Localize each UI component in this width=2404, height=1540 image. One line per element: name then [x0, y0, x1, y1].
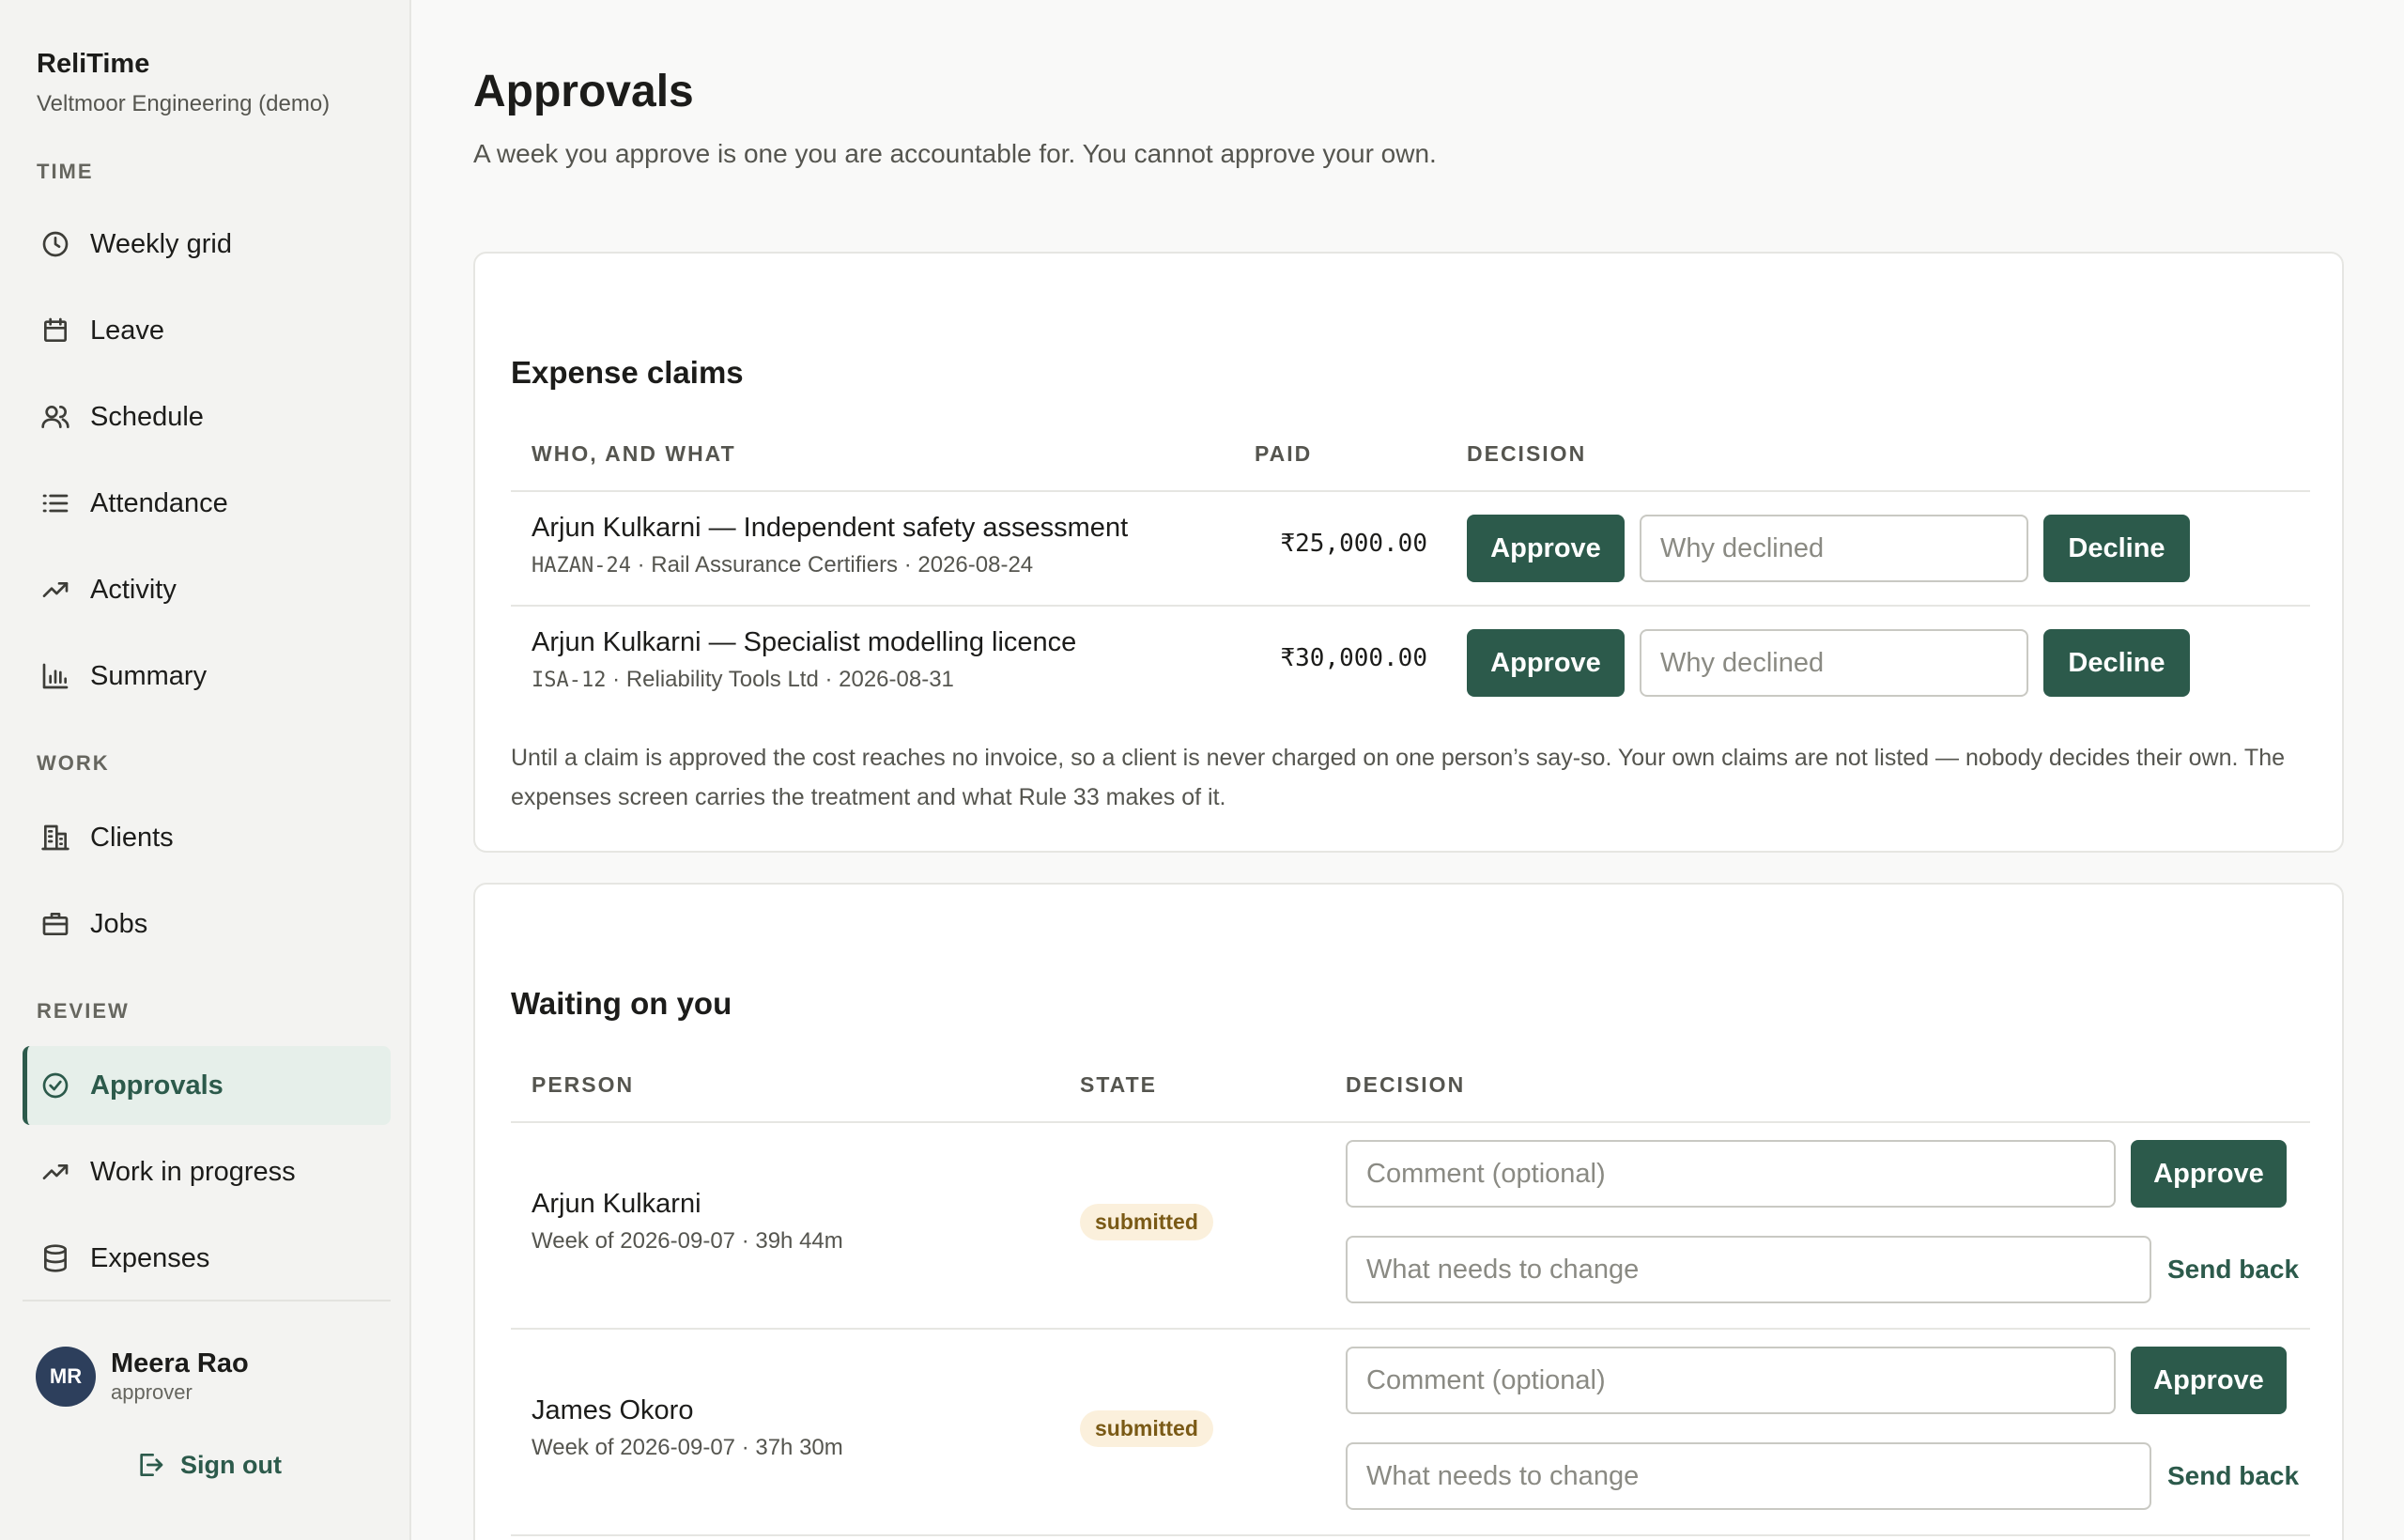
- row-divider: [511, 1534, 2310, 1536]
- user-role: approver: [111, 1380, 193, 1404]
- change-request-input[interactable]: [1346, 1442, 2151, 1510]
- column-header-paid: PAID: [1255, 441, 1313, 466]
- calendar-icon: [39, 315, 71, 346]
- section-label-work: WORK: [37, 751, 110, 775]
- row-divider: [511, 1328, 2310, 1330]
- status-badge: submitted: [1080, 1410, 1213, 1447]
- sidebar-item-jobs[interactable]: Jobs: [23, 885, 391, 963]
- send-back-button[interactable]: Send back: [2167, 1255, 2299, 1285]
- week-meta: Week of 2026-09-07 · 37h 30m: [532, 1435, 843, 1460]
- claim-amount: ₹30,000.00: [1280, 644, 1427, 672]
- sidebar-item-approvals[interactable]: Approvals: [23, 1046, 391, 1125]
- waiting-title: Waiting on you: [511, 986, 732, 1021]
- sidebar-item-label: Leave: [90, 315, 165, 346]
- claim-title: Arjun Kulkarni — Independent safety asse…: [532, 513, 1129, 543]
- claim-code: ISA-12: [532, 669, 607, 692]
- list-icon: [39, 487, 71, 519]
- page-title: Approvals: [473, 67, 694, 116]
- column-header-state: STATE: [1080, 1072, 1157, 1097]
- sidebar-item-work-in-progress[interactable]: Work in progress: [23, 1132, 391, 1211]
- trending-up-icon: [39, 574, 71, 606]
- trending-up-icon: [39, 1156, 71, 1188]
- claim-meta: ISA-12 · Reliability Tools Ltd · 2026-08…: [532, 667, 954, 693]
- sidebar-item-label: Schedule: [90, 401, 204, 432]
- section-label-time: TIME: [37, 160, 94, 183]
- sign-out-button[interactable]: Sign out: [135, 1450, 282, 1480]
- sidebar-item-label: Clients: [90, 822, 174, 853]
- column-header-person: PERSON: [532, 1072, 635, 1097]
- sidebar-item-label: Summary: [90, 660, 208, 691]
- app-name: ReliTime: [37, 49, 150, 79]
- approve-button[interactable]: Approve: [2131, 1140, 2287, 1208]
- sidebar-item-leave[interactable]: Leave: [23, 291, 391, 370]
- page-subtitle: A week you approve is one you are accoun…: [473, 139, 1437, 168]
- column-header-who: WHO, AND WHAT: [532, 441, 736, 466]
- sidebar-item-label: Weekly grid: [90, 228, 232, 259]
- expense-note: Until a claim is approved the cost reach…: [511, 745, 2286, 810]
- status-badge: submitted: [1080, 1204, 1213, 1240]
- sidebar-item-attendance[interactable]: Attendance: [23, 464, 391, 543]
- sidebar-item-expenses[interactable]: Expenses: [23, 1219, 391, 1298]
- expense-claims-card: Expense claims WHO, AND WHAT PAID DECISI…: [473, 252, 2344, 853]
- person-name: James Okoro: [532, 1395, 694, 1425]
- claim-details: · Reliability Tools Ltd · 2026-08-31: [606, 667, 954, 692]
- sidebar-item-label: Approvals: [90, 1070, 223, 1101]
- column-header-decision: DECISION: [1467, 441, 1587, 466]
- sidebar-item-label: Work in progress: [90, 1156, 296, 1187]
- approve-button[interactable]: Approve: [2131, 1347, 2287, 1414]
- waiting-card: Waiting on you PERSON STATE DECISION Arj…: [473, 883, 2344, 1540]
- column-header-decision: DECISION: [1346, 1072, 1466, 1097]
- sidebar-divider: [23, 1300, 391, 1301]
- claim-title: Arjun Kulkarni — Specialist modelling li…: [532, 627, 1077, 657]
- row-divider: [511, 605, 2310, 607]
- avatar: MR: [36, 1347, 96, 1407]
- sidebar-item-clients[interactable]: Clients: [23, 798, 391, 877]
- comment-input[interactable]: [1346, 1140, 2116, 1208]
- decline-reason-input[interactable]: [1640, 515, 2028, 582]
- claim-code: HAZAN-24: [532, 554, 631, 578]
- sidebar: ReliTime Veltmoor Engineering (demo) TIM…: [0, 0, 411, 1540]
- users-icon: [39, 401, 71, 433]
- sidebar-item-label: Attendance: [90, 487, 228, 518]
- person-name: Arjun Kulkarni: [532, 1189, 701, 1219]
- claim-meta: HAZAN-24 · Rail Assurance Certifiers · 2…: [532, 552, 1033, 578]
- approve-button[interactable]: Approve: [1467, 515, 1625, 582]
- building-icon: [39, 822, 71, 854]
- sidebar-item-weekly-grid[interactable]: Weekly grid: [23, 205, 391, 284]
- clock-icon: [39, 228, 71, 260]
- decline-reason-input[interactable]: [1640, 629, 2028, 697]
- bar-chart-icon: [39, 660, 71, 692]
- section-label-review: REVIEW: [37, 999, 130, 1023]
- sidebar-item-label: Jobs: [90, 908, 148, 939]
- sidebar-item-label: Activity: [90, 574, 177, 605]
- expense-claims-title: Expense claims: [511, 355, 744, 390]
- sign-out-label: Sign out: [180, 1450, 282, 1479]
- sign-out-icon: [140, 1454, 163, 1476]
- sidebar-item-schedule[interactable]: Schedule: [23, 377, 391, 456]
- claim-amount: ₹25,000.00: [1280, 530, 1427, 558]
- decline-button[interactable]: Decline: [2043, 515, 2190, 582]
- approve-button[interactable]: Approve: [1467, 629, 1625, 697]
- week-meta: Week of 2026-09-07 · 39h 44m: [532, 1228, 843, 1254]
- change-request-input[interactable]: [1346, 1236, 2151, 1303]
- user-name: Meera Rao: [111, 1348, 249, 1378]
- briefcase-icon: [39, 908, 71, 940]
- claim-details: · Rail Assurance Certifiers · 2026-08-24: [630, 552, 1034, 578]
- table-divider: [511, 1121, 2310, 1123]
- send-back-button[interactable]: Send back: [2167, 1461, 2299, 1491]
- check-circle-icon: [39, 1070, 71, 1101]
- decline-button[interactable]: Decline: [2043, 629, 2190, 697]
- sidebar-item-activity[interactable]: Activity: [23, 550, 391, 629]
- sidebar-item-summary[interactable]: Summary: [23, 637, 391, 716]
- org-name: Veltmoor Engineering (demo): [37, 91, 331, 116]
- database-icon: [39, 1242, 71, 1274]
- table-divider: [511, 490, 2310, 492]
- sidebar-item-label: Expenses: [90, 1242, 210, 1273]
- comment-input[interactable]: [1346, 1347, 2116, 1414]
